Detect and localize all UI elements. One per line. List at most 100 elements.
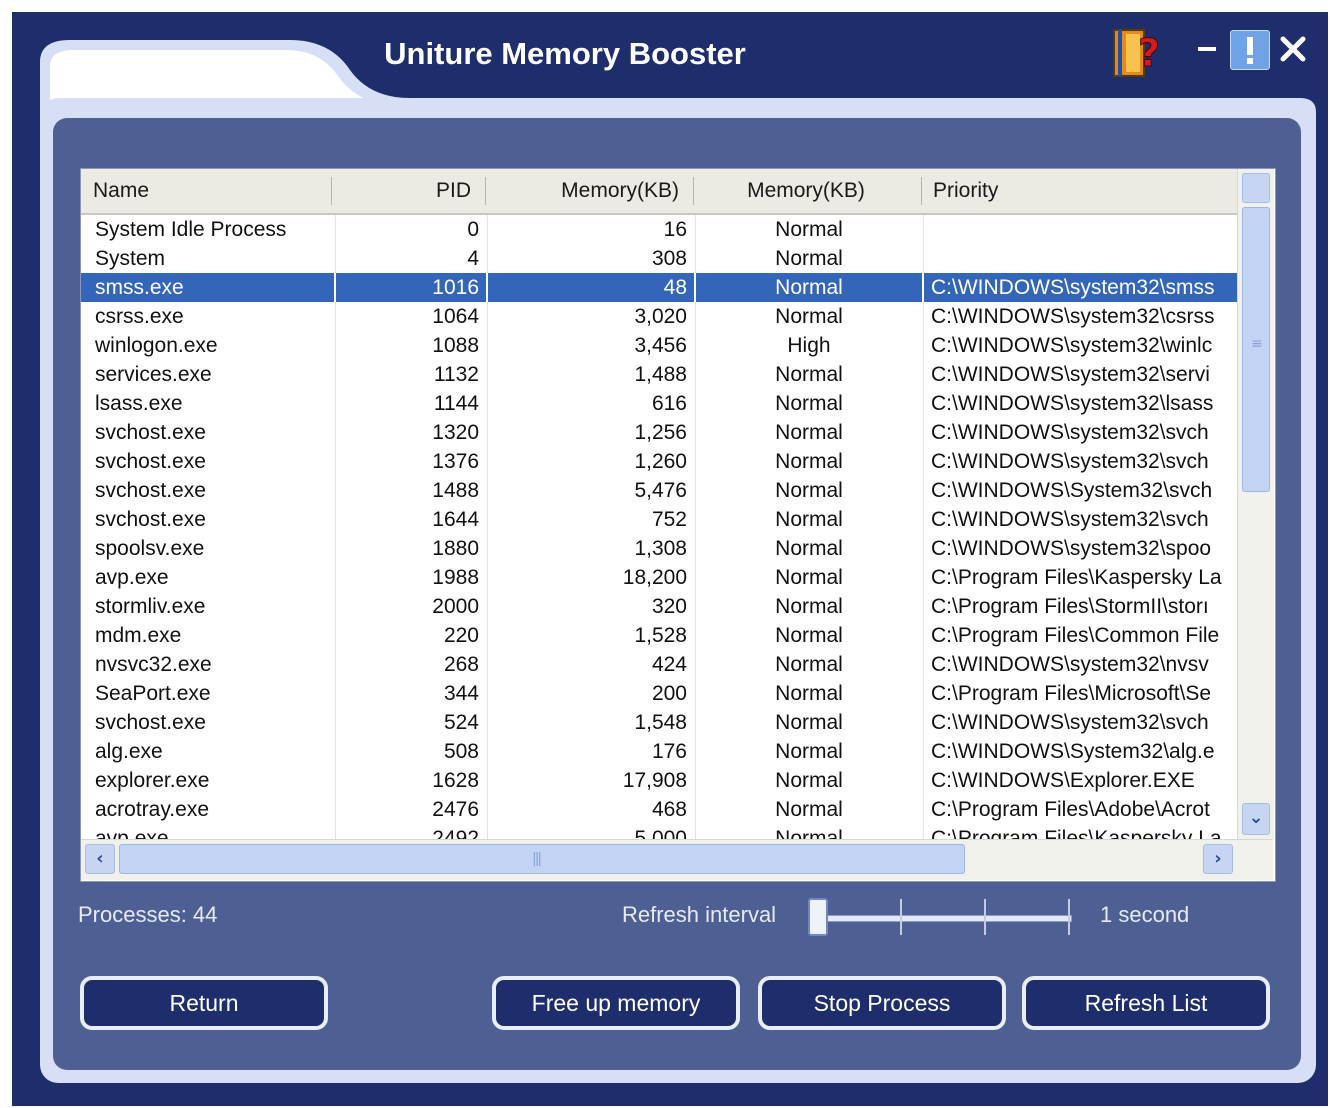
horizontal-scrollbar[interactable]: ‹ ||| › — [81, 839, 1273, 880]
refresh-interval-slider[interactable] — [806, 896, 1074, 938]
chevron-left-icon: ‹ — [96, 848, 104, 869]
free-up-memory-button[interactable]: Free up memory — [492, 976, 740, 1030]
table-row[interactable]: avp.exe 1988 18,200 Normal C:\Program Files\… — [81, 563, 1237, 592]
scroll-down-button[interactable]: ⌄ — [1242, 803, 1270, 835]
cell-name: System — [95, 247, 166, 270]
cell-path: C:\Program Files\Adobe\Acrot — [931, 798, 1210, 821]
table-header: Name PID Memory(KB) Memory(KB) Priority — [81, 169, 1237, 215]
alert-button[interactable] — [1230, 30, 1270, 70]
table-row[interactable]: stormliv.exe 2000 320 Normal C:\Program File… — [81, 592, 1237, 621]
cell-path: C:\WINDOWS\system32\winlc — [931, 334, 1213, 357]
slider-thumb[interactable] — [808, 898, 828, 936]
table-row[interactable]: explorer.exe 1628 17,908 Normal C:\WINDOWS\E… — [81, 766, 1237, 795]
cell-memory: 320 — [651, 595, 687, 618]
col-header-name[interactable]: Name — [81, 169, 331, 213]
table-row[interactable]: SeaPort.exe 344 200 Normal C:\Program Files\… — [81, 679, 1237, 708]
cell-memory: 308 — [651, 247, 687, 270]
cell-memory: 1,548 — [634, 711, 687, 734]
table-row[interactable]: svchost.exe 1320 1,256 Normal C:\WINDOWS\sys… — [81, 418, 1237, 447]
slider-track — [818, 915, 1072, 922]
cell-name: avp.exe — [95, 566, 169, 589]
cell-pid: 1988 — [432, 566, 479, 589]
table-row[interactable]: nvsvc32.exe 268 424 Normal C:\WINDOWS\system… — [81, 650, 1237, 679]
close-button[interactable] — [1278, 34, 1308, 64]
table-row[interactable]: spoolsv.exe 1880 1,308 Normal C:\WINDOWS\sys… — [81, 534, 1237, 563]
cell-memory: 5,476 — [634, 479, 687, 502]
col-header-priority[interactable]: Priority — [921, 169, 1237, 213]
cell-priority: Normal — [775, 537, 843, 560]
cell-priority: Normal — [775, 682, 843, 705]
cell-pid: 2476 — [432, 798, 479, 821]
cell-pid: 1144 — [433, 392, 479, 415]
help-book-icon[interactable]: ? — [1112, 26, 1168, 80]
table-row[interactable]: svchost.exe 1488 5,476 Normal C:\WINDOWS\Sys… — [81, 476, 1237, 505]
cell-priority: Normal — [775, 508, 843, 531]
cell-pid: 508 — [443, 740, 479, 763]
table-row[interactable]: mdm.exe 220 1,528 Normal C:\Program Files\Co… — [81, 621, 1237, 650]
col-header-memory-2[interactable]: Memory(KB) — [693, 169, 919, 213]
vertical-scrollbar[interactable]: ≡ ⌄ — [1237, 169, 1274, 839]
cell-name: explorer.exe — [95, 769, 210, 792]
cell-memory: 424 — [651, 653, 687, 676]
table-row[interactable]: alg.exe 508 176 Normal C:\WINDOWS\System32\a… — [81, 737, 1237, 766]
scroll-up-button[interactable] — [1242, 173, 1270, 203]
table-row[interactable]: lsass.exe 1144 616 Normal C:\WINDOWS\system3… — [81, 389, 1237, 418]
refresh-interval-value: 1 second — [1100, 902, 1190, 927]
vertical-scroll-thumb[interactable]: ≡ — [1242, 207, 1270, 492]
col-header-pid[interactable]: PID — [331, 169, 483, 213]
process-table: Name PID Memory(KB) Memory(KB) Priority … — [80, 168, 1276, 882]
table-row[interactable]: smss.exe 1016 48 Normal C:\WINDOWS\system32\… — [81, 273, 1237, 302]
cell-priority: High — [787, 334, 831, 357]
cell-priority: Normal — [775, 305, 843, 328]
cell-name: mdm.exe — [95, 624, 182, 647]
cell-priority: Normal — [775, 798, 843, 821]
table-row[interactable]: csrss.exe 1064 3,020 Normal C:\WINDOWS\syste… — [81, 302, 1237, 331]
refresh-list-button[interactable]: Refresh List — [1022, 976, 1270, 1030]
return-button[interactable]: Return — [80, 976, 328, 1030]
cell-priority: Normal — [775, 827, 843, 839]
cell-memory: 1,488 — [634, 363, 687, 386]
horizontal-scroll-thumb[interactable]: ||| — [119, 844, 965, 874]
table-row[interactable]: services.exe 1132 1,488 Normal C:\WINDOWS\sy… — [81, 360, 1237, 389]
cell-path: C:\WINDOWS\system32\lsass — [931, 392, 1214, 415]
table-row[interactable]: svchost.exe 1376 1,260 Normal C:\WINDOWS\sys… — [81, 447, 1237, 476]
stop-process-button[interactable]: Stop Process — [758, 976, 1006, 1030]
process-count: Processes: 44 — [78, 902, 218, 927]
cell-path: C:\Program Files\StormII\storı — [931, 595, 1209, 618]
cell-path: C:\Program Files\Microsoft\Se — [931, 682, 1212, 705]
table-row[interactable]: System Idle Process 0 16 Normal — [81, 215, 1237, 244]
cell-name: svchost.exe — [95, 711, 206, 734]
cell-path: C:\Program Files\Common File — [931, 624, 1220, 647]
cell-pid: 1644 — [432, 508, 479, 531]
cell-memory: 16 — [663, 218, 687, 241]
cell-priority: Normal — [775, 595, 843, 618]
table-row[interactable]: System 4 308 Normal — [81, 244, 1237, 273]
table-row[interactable]: svchost.exe 1644 752 Normal C:\WINDOWS\syste… — [81, 505, 1237, 534]
cell-memory: 1,256 — [634, 421, 687, 444]
minimize-button[interactable] — [1195, 36, 1221, 62]
cell-path — [923, 215, 1237, 244]
table-row[interactable]: svchost.exe 524 1,548 Normal C:\WINDOWS\syst… — [81, 708, 1237, 737]
cell-pid: 1488 — [432, 479, 479, 502]
refresh-interval-label: Refresh interval — [622, 902, 777, 927]
cell-path: C:\WINDOWS\system32\smss — [931, 276, 1215, 299]
grip-icon: ||| — [532, 851, 542, 867]
cell-name: services.exe — [95, 363, 212, 386]
cell-path: C:\WINDOWS\system32\nvsv — [931, 653, 1209, 676]
cell-priority: Normal — [775, 711, 843, 734]
cell-name: alg.exe — [95, 740, 163, 763]
scroll-left-button[interactable]: ‹ — [85, 844, 115, 874]
cell-name: svchost.exe — [95, 508, 206, 531]
col-header-memory[interactable]: Memory(KB) — [485, 169, 691, 213]
table-row[interactable]: winlogon.exe 1088 3,456 High C:\WINDOWS\syst… — [81, 331, 1237, 360]
table-row[interactable]: acrotray.exe 2476 468 Normal C:\Program File… — [81, 795, 1237, 824]
cell-priority: Normal — [775, 566, 843, 589]
cell-priority: Normal — [775, 421, 843, 444]
cell-pid: 220 — [443, 624, 479, 647]
cell-name: lsass.exe — [95, 392, 183, 415]
table-row[interactable]: avp.exe 2492 5,000 Normal C:\Program Files\K… — [81, 824, 1237, 839]
cell-path — [923, 244, 1237, 273]
column-separator — [486, 273, 488, 302]
scroll-right-button[interactable]: › — [1203, 844, 1233, 874]
cell-memory: 17,908 — [622, 769, 687, 792]
